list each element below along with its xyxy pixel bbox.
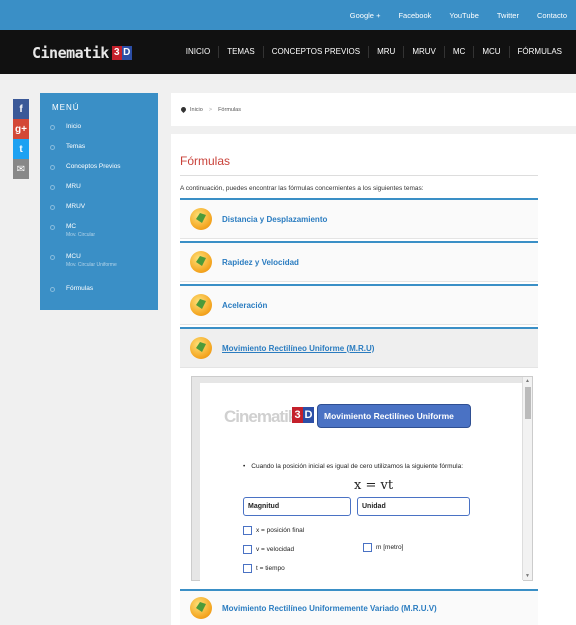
sidebar-item-temas[interactable]: Temas	[40, 143, 85, 150]
topic-icon	[190, 294, 212, 316]
doc-banner: Movimiento Rectilíneo Uniforme	[317, 404, 471, 428]
magnitud-header: Magnitud	[243, 497, 351, 516]
accordion-distancia[interactable]: Distancia y Desplazamiento	[180, 198, 538, 239]
location-pin-icon	[179, 105, 188, 114]
sidebar-item-conceptos[interactable]: Conceptos Previos	[40, 163, 121, 170]
nav-conceptos-previos[interactable]: CONCEPTOS PREVIOS	[262, 46, 368, 58]
viewer-scrollbar[interactable]: ▲ ▼	[522, 377, 532, 580]
nav-mru[interactable]: MRU	[368, 46, 403, 58]
nav-inicio[interactable]: INICIO	[178, 46, 218, 58]
logo-3d-badge: 3D	[111, 46, 132, 60]
main-content: Fórmulas A continuación, puedes encontra…	[171, 134, 576, 625]
site-logo[interactable]: Cinematik 3D	[32, 44, 132, 62]
twitter-share-icon[interactable]: t	[13, 139, 29, 159]
scroll-thumb[interactable]	[525, 387, 531, 419]
scroll-down-icon[interactable]: ▼	[525, 573, 530, 579]
bullet-icon	[50, 145, 55, 150]
bullet-icon	[50, 205, 55, 210]
top-bar: Google + Facebook YouTube Twitter Contac…	[0, 0, 576, 30]
topic-icon	[190, 251, 212, 273]
nav-mcu[interactable]: MCU	[473, 46, 508, 58]
scroll-up-icon[interactable]: ▲	[525, 378, 530, 384]
mail-share-icon[interactable]: ✉	[13, 159, 29, 179]
accordion-mru[interactable]: Movimiento Rectilíneo Uniforme (M.R.U)	[180, 327, 538, 368]
checkbox-icon	[243, 526, 252, 535]
site-header: Cinematik 3D INICIO TEMAS CONCEPTOS PREV…	[0, 30, 576, 74]
checkbox-icon	[243, 564, 252, 573]
topic-icon	[190, 597, 212, 619]
intro-text: A continuación, puedes encontrar las fór…	[180, 185, 424, 192]
doc-formula: x = vt	[354, 478, 394, 493]
sidebar-title: MENÚ	[52, 103, 80, 112]
doc-bullet-text: Cuando la posición inicial es igual de c…	[243, 463, 463, 470]
contact-link[interactable]: Contacto	[528, 11, 576, 20]
accordion-mruv[interactable]: Movimiento Rectilíneo Uniformemente Vari…	[180, 589, 538, 625]
sidebar-item-formulas[interactable]: Fórmulas	[40, 285, 93, 292]
googleplus-share-icon[interactable]: g+	[13, 119, 29, 139]
nav-temas[interactable]: TEMAS	[218, 46, 263, 58]
doc-logo-text: Cinematik	[224, 407, 297, 426]
facebook-link[interactable]: Facebook	[389, 11, 440, 20]
bullet-icon	[50, 287, 55, 292]
nav-mruv[interactable]: MRUV	[403, 46, 444, 58]
main-nav: INICIO TEMAS CONCEPTOS PREVIOS MRU MRUV …	[178, 30, 570, 74]
accordion-rapidez[interactable]: Rapidez y Velocidad	[180, 241, 538, 282]
unidad-header: Unidad	[357, 497, 470, 516]
doc-item-v: v = velocidad	[243, 545, 294, 554]
accordion-aceleracion[interactable]: Aceleración	[180, 284, 538, 325]
topic-icon	[190, 337, 212, 359]
document-viewer[interactable]: Cinematik 3D Movimiento Rectilíneo Unifo…	[191, 376, 533, 582]
facebook-share-icon[interactable]: f	[13, 99, 29, 119]
bullet-icon	[50, 225, 55, 230]
nav-mc[interactable]: MC	[443, 46, 473, 58]
breadcrumb-home[interactable]: Inicio	[190, 107, 203, 113]
divider	[180, 175, 538, 176]
youtube-link[interactable]: YouTube	[440, 11, 487, 20]
googleplus-link[interactable]: Google +	[341, 11, 390, 20]
logo-text: Cinematik	[32, 44, 109, 62]
breadcrumb: Inicio > Fórmulas	[171, 93, 576, 126]
breadcrumb-separator: >	[208, 106, 213, 113]
doc-item-x: x = posición final	[243, 526, 304, 535]
page-title: Fórmulas	[180, 154, 231, 168]
social-links-bar: Google + Facebook YouTube Twitter Contac…	[341, 0, 576, 30]
share-bar: f g+ t ✉	[13, 99, 29, 179]
topic-icon	[190, 208, 212, 230]
checkbox-icon	[243, 545, 252, 554]
bullet-icon	[50, 185, 55, 190]
sidebar-item-mcu[interactable]: MCU Mov. Circular Uniforme	[40, 253, 117, 268]
sidebar-menu: MENÚ Inicio Temas Conceptos Previos MRU …	[40, 93, 158, 310]
doc-item-t: t = tiempo	[243, 564, 285, 573]
doc-logo-3d: 3D	[292, 407, 314, 423]
sidebar-item-inicio[interactable]: Inicio	[40, 123, 81, 130]
bullet-icon	[50, 165, 55, 170]
bullet-icon	[50, 125, 55, 130]
checkbox-icon	[363, 543, 372, 552]
twitter-link[interactable]: Twitter	[488, 11, 528, 20]
bullet-icon	[50, 255, 55, 260]
doc-item-m: m [metro]	[363, 543, 403, 552]
document-page: Cinematik 3D Movimiento Rectilíneo Unifo…	[200, 383, 523, 582]
sidebar-item-mruv[interactable]: MRUV	[40, 203, 85, 210]
nav-formulas[interactable]: FÓRMULAS	[508, 46, 570, 58]
sidebar-item-mru[interactable]: MRU	[40, 183, 81, 190]
sidebar-item-mc[interactable]: MC Mov. Circular	[40, 223, 95, 238]
breadcrumb-current: Fórmulas	[218, 106, 241, 113]
